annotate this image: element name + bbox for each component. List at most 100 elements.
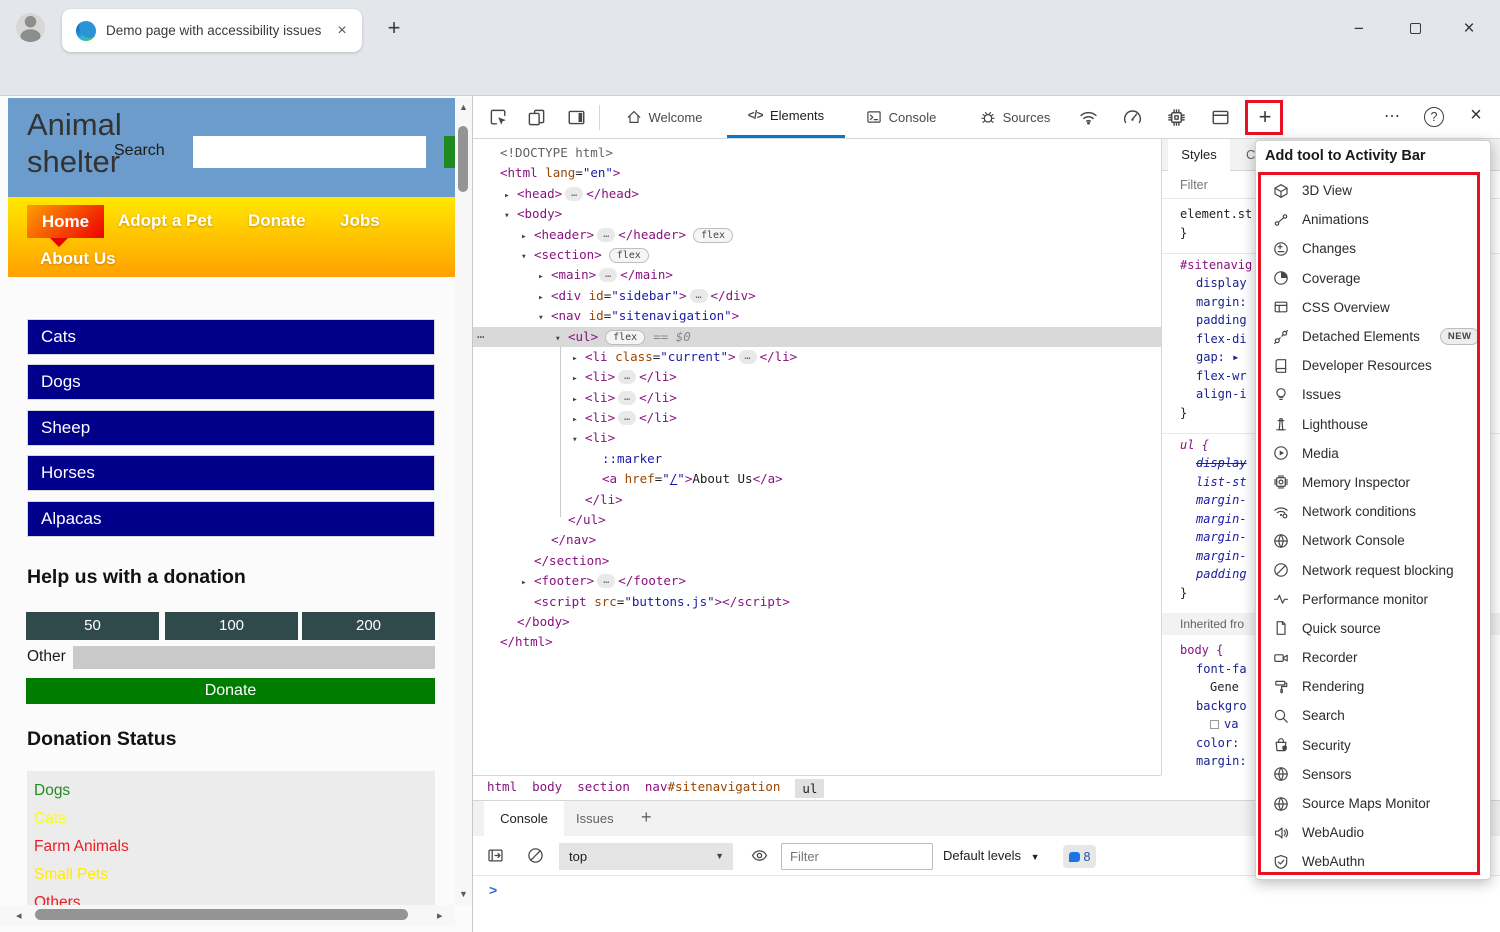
nav-donate[interactable]: Donate — [248, 211, 306, 231]
menu-item-css-overview[interactable]: CSS Overview — [1256, 293, 1492, 322]
expand-arrow-icon[interactable]: ▸ — [538, 267, 551, 287]
amount-200-button[interactable]: 200 — [302, 612, 435, 640]
tab-sources[interactable]: Sources — [967, 96, 1063, 138]
breadcrumb-item[interactable]: html — [487, 779, 517, 798]
dom-node-row[interactable]: <html lang="en"> — [473, 163, 1161, 183]
collapsed-content-icon[interactable]: … — [618, 391, 636, 405]
console-sidebar-icon[interactable] — [487, 847, 504, 869]
row-options-icon[interactable]: ⋯ — [477, 327, 484, 347]
dom-node-row[interactable]: <!DOCTYPE html> — [473, 143, 1161, 163]
tab-console[interactable]: Console — [855, 96, 947, 138]
collapsed-content-icon[interactable]: … — [597, 574, 615, 588]
cats-button[interactable]: Cats — [27, 319, 435, 355]
tab-close-icon[interactable]: × — [332, 22, 352, 40]
breadcrumb-item[interactable]: ul — [795, 779, 824, 798]
menu-item-quick-source[interactable]: Quick source — [1256, 614, 1492, 643]
alpacas-button[interactable]: Alpacas — [27, 501, 435, 537]
dom-node-row[interactable]: </ul> — [473, 510, 1161, 530]
inspect-icon[interactable] — [489, 108, 509, 128]
search-input[interactable] — [193, 136, 426, 168]
dom-node-row[interactable]: </html> — [473, 632, 1161, 652]
menu-item-performance-monitor[interactable]: Performance monitor — [1256, 585, 1492, 614]
menu-item-developer-resources[interactable]: Developer Resources — [1256, 351, 1492, 380]
expand-arrow-icon[interactable]: ▾ — [572, 430, 585, 450]
console-filter-input[interactable] — [781, 843, 933, 870]
collapsed-content-icon[interactable]: … — [618, 370, 636, 384]
new-tab-button[interactable]: + — [380, 15, 408, 41]
dom-node-row[interactable]: ▸<li>…</li> — [473, 408, 1161, 428]
devtools-more-icon[interactable]: ⋯ — [1384, 106, 1400, 126]
eye-icon[interactable] — [751, 847, 768, 869]
menu-item-detached-elements[interactable]: Detached ElementsNEW — [1256, 322, 1492, 351]
dom-node-row[interactable]: ▸<li>…</li> — [473, 367, 1161, 387]
dom-node-row[interactable]: ▸<main>…</main> — [473, 265, 1161, 285]
menu-item-sensors[interactable]: Sensors — [1256, 760, 1492, 789]
horizontal-scroll-thumb[interactable] — [35, 909, 408, 920]
expand-arrow-icon[interactable]: ▸ — [572, 369, 585, 389]
scroll-left-icon[interactable]: ◂ — [16, 909, 22, 922]
collapsed-content-icon[interactable]: … — [739, 350, 757, 364]
menu-item-recorder[interactable]: Recorder — [1256, 643, 1492, 672]
expand-arrow-icon[interactable]: ▾ — [538, 308, 551, 328]
layout-panel-icon[interactable] — [1211, 108, 1231, 128]
window-close-button[interactable]: × — [1453, 14, 1485, 44]
tab-styles[interactable]: Styles — [1168, 139, 1230, 171]
devtools-close-icon[interactable]: × — [1463, 104, 1489, 127]
expand-arrow-icon[interactable]: ▸ — [538, 288, 551, 308]
collapsed-content-icon[interactable]: … — [565, 187, 583, 201]
dom-node-row[interactable]: </li> — [473, 490, 1161, 510]
collapsed-content-icon[interactable]: … — [690, 289, 708, 303]
dom-node-row[interactable]: ▸<li class="current">…</li> — [473, 347, 1161, 367]
drawer-tab-issues[interactable]: Issues — [576, 801, 614, 837]
amount-100-button[interactable]: 100 — [165, 612, 298, 640]
expand-arrow-icon[interactable]: ▸ — [572, 390, 585, 410]
amount-50-button[interactable]: 50 — [26, 612, 159, 640]
menu-item-lighthouse[interactable]: Lighthouse — [1256, 410, 1492, 439]
nav-adopt[interactable]: Adopt a Pet — [118, 211, 212, 231]
menu-item-coverage[interactable]: Coverage — [1256, 264, 1492, 293]
dom-node-row[interactable]: ▸<header>…</header>flex — [473, 225, 1161, 245]
breadcrumb-item[interactable]: nav#sitenavigation — [645, 779, 780, 798]
expand-arrow-icon[interactable]: ▸ — [521, 573, 534, 593]
dom-node-row[interactable]: </nav> — [473, 530, 1161, 550]
browser-tab[interactable]: Demo page with accessibility issues × — [62, 9, 362, 52]
menu-item-changes[interactable]: Changes — [1256, 234, 1492, 263]
dogs-button[interactable]: Dogs — [27, 364, 435, 400]
nav-jobs[interactable]: Jobs — [340, 211, 380, 231]
flex-badge[interactable]: flex — [693, 228, 733, 243]
scroll-right-icon[interactable]: ▸ — [437, 909, 443, 922]
menu-item-rendering[interactable]: Rendering — [1256, 672, 1492, 701]
drawer-tab-console[interactable]: Console — [484, 801, 564, 837]
profile-avatar[interactable] — [16, 13, 45, 42]
menu-item-animations[interactable]: Animations — [1256, 205, 1492, 234]
collapsed-content-icon[interactable]: … — [599, 268, 617, 282]
menu-item-webauthn[interactable]: WebAuthn — [1256, 847, 1492, 876]
checkbox-icon[interactable] — [1210, 720, 1219, 729]
page-horizontal-scrollbar[interactable]: ◂ ▸ — [0, 905, 455, 925]
menu-item-search[interactable]: Search — [1256, 701, 1492, 730]
cpu-icon[interactable] — [1167, 108, 1187, 128]
donate-button[interactable]: Donate — [26, 678, 435, 704]
menu-item-issues[interactable]: Issues — [1256, 380, 1492, 409]
scroll-down-icon[interactable]: ▼ — [459, 889, 468, 899]
tab-elements[interactable]: </> Elements — [727, 96, 845, 138]
other-amount-input[interactable] — [73, 646, 435, 669]
menu-item-memory-inspector[interactable]: Memory Inspector — [1256, 468, 1492, 497]
scroll-up-icon[interactable]: ▲ — [459, 102, 468, 112]
dom-node-row[interactable]: ▸<head>…</head> — [473, 184, 1161, 204]
expand-arrow-icon[interactable]: ▸ — [572, 349, 585, 369]
menu-item-source-maps-monitor[interactable]: Source Maps Monitor — [1256, 789, 1492, 818]
breadcrumb-item[interactable]: body — [532, 779, 562, 798]
dom-node-row[interactable]: ▸<div id="sidebar">…</div> — [473, 286, 1161, 306]
log-levels-selector[interactable]: Default levels ▼ — [943, 836, 1040, 876]
dom-node-row[interactable]: <a href="/">About Us</a> — [473, 469, 1161, 489]
expand-arrow-icon[interactable]: ▸ — [572, 410, 585, 430]
breadcrumb-item[interactable]: section — [577, 779, 630, 798]
minimize-button[interactable]: − — [1343, 14, 1375, 44]
dom-node-row[interactable]: ▸<footer>…</footer> — [473, 571, 1161, 591]
message-count-badge[interactable]: 8 — [1063, 845, 1096, 868]
dom-node-row[interactable]: </body> — [473, 612, 1161, 632]
console-prompt-icon[interactable]: > — [489, 882, 497, 898]
help-icon[interactable]: ? — [1424, 107, 1444, 127]
collapsed-content-icon[interactable]: … — [618, 411, 636, 425]
